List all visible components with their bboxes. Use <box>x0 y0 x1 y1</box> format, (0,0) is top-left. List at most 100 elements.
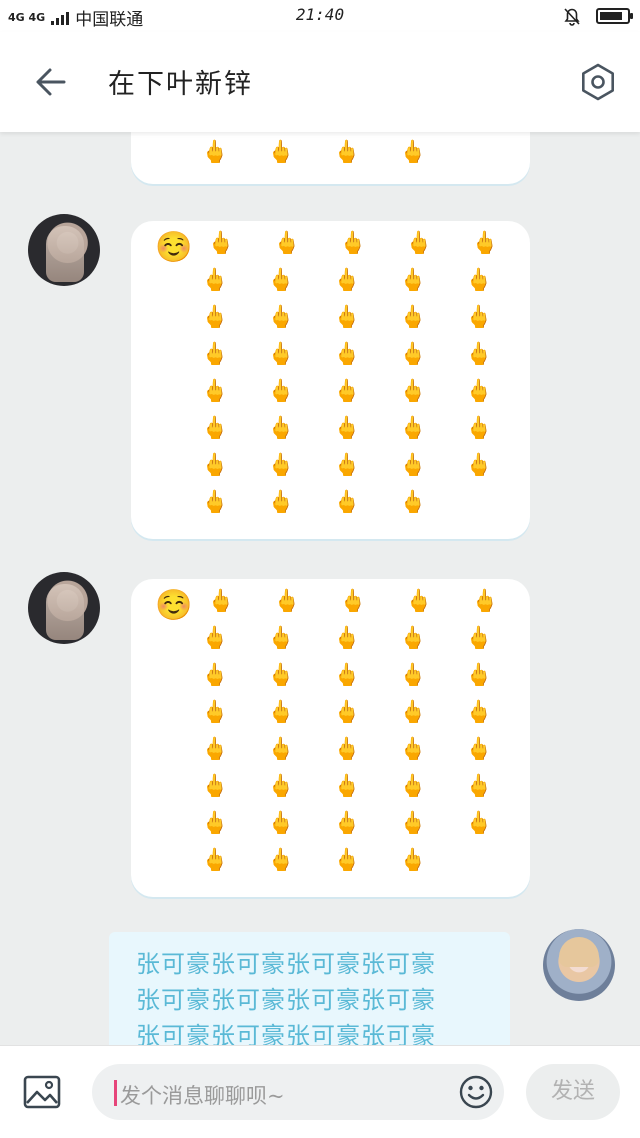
hand-emoji: 🖕 <box>201 848 229 873</box>
image-icon[interactable] <box>22 1072 62 1112</box>
hand-emoji: 🖕 <box>201 700 229 725</box>
hand-emoji: 🖕 <box>267 848 295 873</box>
hand-emoji: 🖕 <box>465 453 493 478</box>
hand-emoji: 🖕 <box>267 453 295 478</box>
hand-emoji: 🖕 <box>399 379 427 404</box>
input-bar: 发个消息聊聊呗~ 发送 <box>0 1045 640 1138</box>
message-text-line: 张可豪张可豪张可豪张可豪 <box>136 950 436 978</box>
hand-emoji: 🖕 <box>333 140 361 165</box>
hand-emoji: 🖕 <box>201 490 229 515</box>
hand-emoji: 🖕 <box>399 305 427 330</box>
hand-emoji: 🖕 <box>201 268 229 293</box>
hand-emoji: 🖕 <box>207 231 235 256</box>
hand-emoji: 🖕 <box>333 700 361 725</box>
hand-emoji: 🖕 <box>267 663 295 688</box>
hand-emoji: 🖕 <box>267 342 295 367</box>
hand-emoji: 🖕 <box>399 737 427 762</box>
hand-emoji: 🖕 <box>201 774 229 799</box>
hand-emoji: 🖕 <box>267 774 295 799</box>
send-button[interactable]: 发送 <box>526 1064 620 1120</box>
battery-icon <box>596 8 633 24</box>
smile-emoji: ☺️ <box>155 230 193 265</box>
hand-emoji: 🖕 <box>465 342 493 367</box>
hand-emoji: 🖕 <box>333 774 361 799</box>
hand-emoji: 🖕 <box>399 663 427 688</box>
hand-emoji: 🖕 <box>333 626 361 651</box>
hand-emoji: 🖕 <box>465 700 493 725</box>
hand-emoji: 🖕 <box>201 416 229 441</box>
message-bubble: ☺️ 🖕 🖕 🖕 🖕 🖕 🖕 🖕 🖕 🖕 🖕 🖕 🖕 🖕 🖕 🖕 🖕 🖕 🖕 🖕 🖕 🖕 🖕 🖕 🖕 🖕 🖕 🖕 🖕 🖕 🖕 🖕 🖕 🖕 🖕 🖕 🖕 🖕 🖕… <box>131 221 530 539</box>
message-text-line: 张可豪张可豪张可豪张可豪 <box>136 1022 436 1045</box>
hand-emoji: 🖕 <box>405 589 433 614</box>
hand-emoji: 🖕 <box>333 453 361 478</box>
hand-emoji: 🖕 <box>267 140 295 165</box>
hand-emoji: 🖕 <box>201 811 229 836</box>
chat-header: 在下叶新锌 <box>0 32 640 132</box>
hand-emoji: 🖕 <box>399 700 427 725</box>
input-placeholder: 发个消息聊聊呗~ <box>120 1084 285 1108</box>
smile-emoji: ☺️ <box>155 588 193 623</box>
hand-emoji: 🖕 <box>201 453 229 478</box>
message-bubble-partial: 🖕 🖕 🖕 🖕 <box>131 132 530 184</box>
hand-emoji: 🖕 <box>399 490 427 515</box>
hand-emoji: 🖕 <box>399 268 427 293</box>
hand-emoji: 🖕 <box>267 268 295 293</box>
hand-emoji: 🖕 <box>465 626 493 651</box>
hand-emoji: 🖕 <box>201 663 229 688</box>
hand-emoji: 🖕 <box>399 774 427 799</box>
hand-emoji: 🖕 <box>201 626 229 651</box>
hand-emoji: 🖕 <box>471 589 499 614</box>
hand-emoji: 🖕 <box>333 416 361 441</box>
hand-emoji: 🖕 <box>465 663 493 688</box>
arrow-left-icon[interactable] <box>30 62 70 102</box>
message-text-line: 张可豪张可豪张可豪张可豪 <box>136 986 436 1014</box>
hand-emoji: 🖕 <box>399 342 427 367</box>
status-time: 21:40 <box>295 5 345 24</box>
hand-emoji: 🖕 <box>399 416 427 441</box>
hand-emoji: 🖕 <box>267 626 295 651</box>
hand-emoji: 🖕 <box>267 700 295 725</box>
hand-emoji: 🖕 <box>267 490 295 515</box>
hand-emoji: 🖕 <box>273 231 301 256</box>
hand-emoji: 🖕 <box>465 737 493 762</box>
avatar-self[interactable] <box>543 929 615 1001</box>
hand-emoji: 🖕 <box>333 342 361 367</box>
hand-emoji: 🖕 <box>465 379 493 404</box>
hand-emoji: 🖕 <box>465 305 493 330</box>
hand-emoji: 🖕 <box>333 663 361 688</box>
text-caret <box>114 1080 117 1106</box>
hand-emoji: 🖕 <box>399 626 427 651</box>
hand-emoji: 🖕 <box>267 305 295 330</box>
hand-emoji: 🖕 <box>201 140 229 165</box>
hand-emoji: 🖕 <box>399 811 427 836</box>
hand-emoji: 🖕 <box>201 305 229 330</box>
hand-emoji: 🖕 <box>267 379 295 404</box>
hand-emoji: 🖕 <box>267 737 295 762</box>
message-input[interactable]: 发个消息聊聊呗~ <box>92 1064 504 1120</box>
hexagon-settings-icon[interactable] <box>578 62 618 102</box>
hand-emoji: 🖕 <box>333 268 361 293</box>
hand-emoji: 🖕 <box>465 774 493 799</box>
hand-emoji: 🖕 <box>273 589 301 614</box>
message-bubble-sent: 张可豪张可豪张可豪张可豪 张可豪张可豪张可豪张可豪 张可豪张可豪张可豪张可豪 <box>109 932 510 1045</box>
hand-emoji: 🖕 <box>399 453 427 478</box>
hand-emoji: 🖕 <box>465 268 493 293</box>
message-list[interactable]: 🖕 🖕 🖕 🖕 ☺️ 🖕 🖕 🖕 🖕 🖕 🖕 🖕 🖕 🖕 🖕 🖕 🖕 🖕 🖕 🖕 🖕 🖕 🖕 🖕 🖕 🖕 🖕 🖕 🖕 🖕 🖕 🖕 🖕 🖕 🖕 🖕 🖕 🖕… <box>0 132 640 1045</box>
hand-emoji: 🖕 <box>267 416 295 441</box>
hand-emoji: 🖕 <box>471 231 499 256</box>
hand-emoji: 🖕 <box>207 589 235 614</box>
bell-muted-icon <box>564 8 580 26</box>
hand-emoji: 🖕 <box>201 342 229 367</box>
hand-emoji: 🖕 <box>333 490 361 515</box>
avatar[interactable] <box>28 214 100 286</box>
hand-emoji: 🖕 <box>333 379 361 404</box>
hand-emoji: 🖕 <box>267 811 295 836</box>
hand-emoji: 🖕 <box>333 848 361 873</box>
hand-emoji: 🖕 <box>339 589 367 614</box>
avatar[interactable] <box>28 572 100 644</box>
hand-emoji: 🖕 <box>201 737 229 762</box>
message-bubble: ☺️ 🖕 🖕 🖕 🖕 🖕 🖕 🖕 🖕 🖕 🖕 🖕 🖕 🖕 🖕 🖕 🖕 🖕 🖕 🖕 🖕 🖕 🖕 🖕 🖕 🖕 🖕 🖕 🖕 🖕 🖕 🖕 🖕 🖕 🖕 🖕 🖕 🖕 🖕… <box>131 579 530 897</box>
smiley-icon[interactable] <box>458 1074 494 1110</box>
hand-emoji: 🖕 <box>399 140 427 165</box>
hand-emoji: 🖕 <box>333 305 361 330</box>
